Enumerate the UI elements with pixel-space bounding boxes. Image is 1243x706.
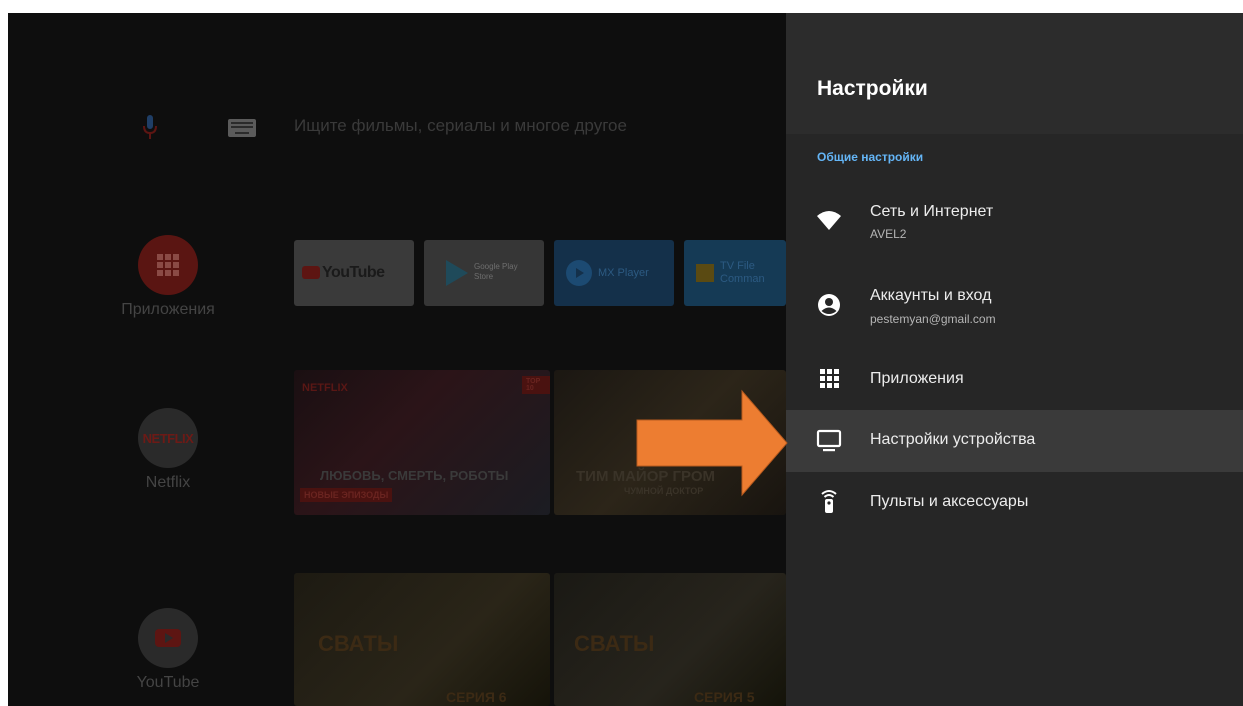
poster-badge: НОВЫЕ ЭПИЗОДЫ (300, 488, 393, 502)
item-title: Пульты и аксессуары (870, 493, 1029, 510)
content-card[interactable]: СВАТЫ СЕРИЯ 5 (554, 573, 786, 706)
side-item-label: Приложения (121, 301, 215, 318)
search-placeholder[interactable]: Ищите фильмы, сериалы и многое другое (294, 116, 627, 136)
settings-item-network[interactable]: Сеть и Интернет AVEL2 (786, 189, 1243, 251)
folder-icon (696, 264, 714, 282)
netflix-logo: NETFLIX (138, 408, 198, 468)
settings-item-apps[interactable]: Приложения (786, 349, 1243, 411)
youtube-icon (138, 608, 198, 668)
side-item-apps[interactable]: Приложения (68, 235, 268, 319)
poster-episode: СЕРИЯ 5 (694, 689, 755, 705)
app-tile-youtube[interactable]: YouTube (294, 240, 414, 306)
settings-item-device[interactable]: Настройки устройства (786, 410, 1243, 472)
youtube-icon (302, 266, 320, 279)
section-title: Общие настройки (817, 150, 924, 164)
poster-brand: NETFLIX (302, 382, 348, 394)
app-tile-tv-file-commander[interactable]: TV File Comman (684, 240, 786, 306)
tile-label: Comman (720, 273, 765, 285)
account-icon (818, 294, 840, 316)
wifi-icon (817, 211, 841, 230)
content-card[interactable]: СВАТЫ СЕРИЯ 6 (294, 573, 550, 706)
page-title: Настройки (817, 77, 928, 100)
apps-grid-icon (138, 235, 198, 295)
item-title: Аккаунты и вход (870, 287, 992, 304)
microphone-icon[interactable] (143, 115, 157, 143)
side-item-label: Netflix (145, 474, 191, 491)
settings-item-remotes[interactable]: Пульты и аксессуары (786, 472, 1243, 534)
settings-panel: Настройки Общие настройки Сеть и Интерне… (786, 13, 1243, 706)
panel-header: Настройки (786, 13, 1243, 134)
tv-icon (816, 429, 842, 452)
home-screen-background: Ищите фильмы, сериалы и многое другое Пр… (8, 13, 786, 706)
app-tile-google-play[interactable]: Google Play Store (424, 240, 544, 306)
annotation-arrow-icon (636, 389, 788, 497)
tile-label: TV File (720, 260, 755, 272)
side-item-label: YouTube (136, 674, 200, 691)
item-title: Настройки устройства (870, 431, 1036, 448)
poster-title: ЛЮБОВЬ, СМЕРТЬ, РОБОТЫ (320, 468, 509, 483)
item-subtitle: AVEL2 (870, 227, 907, 241)
tile-label: YouTube (322, 264, 385, 281)
tv-screen: Ищите фильмы, сериалы и многое другое Пр… (8, 13, 1243, 706)
top10-badge: TOP 10 (522, 376, 550, 394)
item-subtitle: pestemyan@gmail.com (870, 312, 996, 326)
app-tile-mx-player[interactable]: MX Player (554, 240, 674, 306)
content-card[interactable]: NETFLIX TOP 10 ЛЮБОВЬ, СМЕРТЬ, РОБОТЫ НО… (294, 370, 550, 515)
keyboard-icon[interactable] (228, 119, 256, 137)
item-title: Сеть и Интернет (870, 203, 994, 220)
poster-episode: СЕРИЯ 6 (446, 689, 507, 705)
play-icon (566, 260, 592, 286)
side-item-netflix[interactable]: NETFLIX Netflix (68, 408, 268, 492)
search-bar[interactable]: Ищите фильмы, сериалы и многое другое (8, 103, 786, 153)
settings-item-accounts[interactable]: Аккаунты и вход pestemyan@gmail.com (786, 275, 1243, 337)
tile-label: Store (474, 272, 494, 281)
tile-label: MX Player (598, 267, 649, 279)
poster-title: СВАТЫ (318, 631, 399, 656)
remote-icon (821, 490, 837, 513)
tile-label: Google Play (474, 262, 518, 271)
poster-title: СВАТЫ (574, 631, 655, 656)
side-item-youtube[interactable]: YouTube (68, 608, 268, 692)
play-store-icon (446, 260, 468, 286)
apps-grid-icon (820, 369, 839, 388)
item-title: Приложения (870, 370, 964, 387)
